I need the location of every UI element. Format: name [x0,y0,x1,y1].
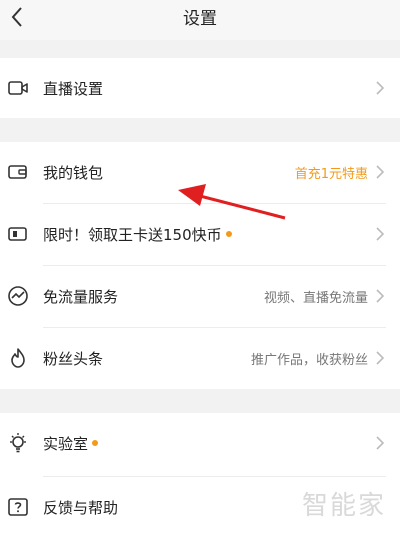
item-label: 直播设置 [43,79,104,98]
item-label: 实验室 [43,433,99,454]
traffic-chart-icon [6,284,30,308]
item-label: 我的钱包 [43,163,104,182]
new-dot-badge [92,440,99,446]
flame-icon [6,346,30,370]
item-label: 反馈与帮助 [43,498,119,517]
settings-item-lab[interactable]: 实验室 [0,413,400,473]
chevron-right-icon [376,227,385,241]
settings-item-fan-headline[interactable]: 粉丝头条 推广作品，收获粉丝 [0,328,400,388]
item-label: 免流量服务 [43,287,119,306]
new-dot-badge [225,231,232,237]
watermark-text: 智能家 [301,491,386,521]
chevron-right-icon [376,165,385,179]
wallet-icon [6,160,30,184]
item-subtext: 视频、直播免流量 [263,290,368,306]
chevron-right-icon [376,289,385,303]
chevron-right-icon [376,436,385,450]
sim-card-icon [6,222,30,246]
settings-item-wallet[interactable]: 我的钱包 首充1元特惠 [0,142,400,202]
item-label: 粉丝头条 [43,349,104,368]
video-camera-icon [6,76,30,100]
item-label-text: 实验室 [43,434,89,453]
section-services: 我的钱包 首充1元特惠 限时！领取王卡送150快币 免流量服务 视频、直播免流量… [0,142,400,389]
settings-item-wangka-promo[interactable]: 限时！领取王卡送150快币 [0,204,400,264]
settings-item-data-free[interactable]: 免流量服务 视频、直播免流量 [0,266,400,326]
help-icon [6,495,30,519]
first-charge-promo-text: 首充1元特惠 [294,166,368,182]
item-label-text: 限时！领取王卡送150快币 [43,225,222,244]
top-nav-bar: 设置 [0,0,400,40]
chevron-right-icon [376,81,385,95]
item-subtext: 推广作品，收获粉丝 [250,352,368,368]
section-misc: 实验室 反馈与帮助 [0,413,400,546]
section-live: 直播设置 [0,58,400,118]
settings-item-live[interactable]: 直播设置 [0,58,400,118]
lightbulb-icon [6,431,30,455]
chevron-right-icon [376,351,385,365]
item-label: 限时！领取王卡送150快币 [43,224,232,245]
page-title: 设置 [183,9,217,29]
